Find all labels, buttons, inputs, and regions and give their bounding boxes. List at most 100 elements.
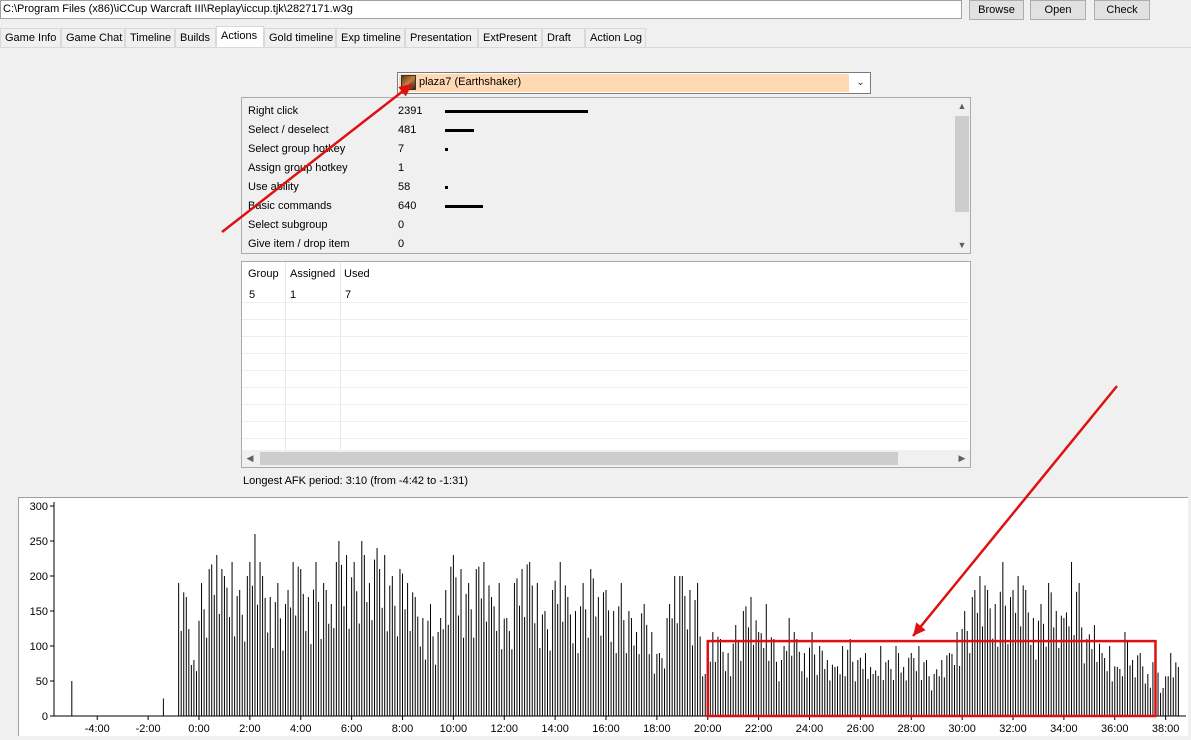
action-row[interactable]: Assign group hotkey 1	[248, 159, 948, 178]
action-count: 58	[398, 181, 411, 193]
table-horizontal-scrollbar[interactable]: ◀ ▶	[242, 450, 970, 467]
afk-period-text: Longest AFK period: 3:10 (from -4:42 to …	[243, 475, 469, 487]
tab-timeline[interactable]: Timeline	[125, 28, 175, 47]
group-hotkey-table: Group Assigned Used 5 1 7 ◀ ▶	[241, 261, 971, 468]
action-count: 0	[398, 219, 405, 231]
row-divider	[242, 302, 969, 303]
action-count: 7	[398, 143, 405, 155]
row-divider	[242, 319, 969, 320]
tab-divider	[0, 47, 1191, 48]
x-tick-label: 2:00	[239, 723, 260, 735]
actions-per-minute-chart: 0 50 100 150 200 250 300 -4:00 -2:00 0:00 2:00 4:00…	[18, 497, 1188, 736]
tab-action-log[interactable]: Action Log	[585, 28, 646, 47]
action-count-bar	[445, 205, 483, 208]
tab-game-info[interactable]: Game Info	[0, 28, 61, 47]
row-divider	[242, 336, 969, 337]
tab-game-chat[interactable]: Game Chat	[61, 28, 125, 47]
action-row[interactable]: Right click 2391	[248, 102, 948, 121]
action-count: 481	[398, 124, 417, 136]
action-row[interactable]: Use ability 58	[248, 178, 948, 197]
x-tick-label: 12:00	[490, 723, 518, 735]
x-tick-label: 38:00	[1152, 723, 1180, 735]
scroll-right-icon[interactable]: ▶	[954, 450, 970, 467]
hero-portrait-icon	[401, 75, 416, 90]
column-header-assigned[interactable]: Assigned	[290, 268, 335, 280]
scroll-up-icon[interactable]: ▲	[954, 98, 970, 114]
action-name: Select group hotkey	[248, 143, 346, 155]
tab-builds[interactable]: Builds	[175, 28, 216, 47]
action-row[interactable]: Select / deselect 481	[248, 121, 948, 140]
x-tick-label: 16:00	[592, 723, 620, 735]
scroll-left-icon[interactable]: ◀	[242, 450, 258, 467]
x-tick-label: 10:00	[440, 723, 468, 735]
y-tick-label: 200	[30, 571, 48, 583]
action-count-bar	[445, 148, 448, 151]
x-tick-label: 18:00	[643, 723, 671, 735]
y-tick-label: 150	[30, 606, 48, 618]
row-divider	[242, 387, 969, 388]
x-tick-label: 36:00	[1101, 723, 1129, 735]
y-tick-label: 50	[36, 676, 48, 688]
tab-bar: Game Info Game Chat Timeline Builds Actions G…	[0, 26, 1191, 48]
browse-button[interactable]: Browse	[969, 0, 1024, 20]
action-name: Assign group hotkey	[248, 162, 348, 174]
y-tick-label: 100	[30, 641, 48, 653]
action-name: Give item / drop item	[248, 238, 350, 250]
player-select-label: plaza7 (Earthshaker)	[419, 76, 522, 88]
action-count: 1	[398, 162, 405, 174]
action-count-bar	[445, 129, 474, 132]
tab-actions[interactable]: Actions	[216, 26, 264, 48]
action-name: Use ability	[248, 181, 299, 193]
x-tick-label: 24:00	[796, 723, 824, 735]
row-divider	[242, 353, 969, 354]
column-header-used[interactable]: Used	[344, 268, 370, 280]
x-tick-label: 6:00	[341, 723, 362, 735]
x-tick-label: 28:00	[898, 723, 926, 735]
scroll-down-icon[interactable]: ▼	[954, 237, 970, 253]
action-count: 0	[398, 238, 405, 250]
action-count-bar	[445, 110, 588, 113]
y-tick-label: 0	[42, 711, 48, 723]
x-tick-label: -2:00	[136, 723, 161, 735]
action-name: Basic commands	[248, 200, 332, 212]
scroll-thumb[interactable]	[260, 452, 898, 465]
x-tick-label: 30:00	[948, 723, 976, 735]
player-select[interactable]: plaza7 (Earthshaker) ⌄	[397, 72, 871, 94]
table-cell: 7	[345, 289, 352, 301]
action-count: 640	[398, 200, 417, 212]
tab-presentation[interactable]: Presentation	[405, 28, 478, 47]
tab-extpresent[interactable]: ExtPresent	[478, 28, 542, 47]
actions-list-scrollbar[interactable]: ▲ ▼	[954, 98, 970, 253]
x-tick-label: 20:00	[694, 723, 722, 735]
tab-draft[interactable]: Draft	[542, 28, 585, 47]
tab-exp-timeline[interactable]: Exp timeline	[336, 28, 405, 47]
x-tick-label: 4:00	[290, 723, 311, 735]
action-name: Select subgroup	[248, 219, 328, 231]
column-header-group[interactable]: Group	[248, 268, 279, 280]
action-count: 2391	[398, 105, 423, 117]
x-tick-label: 0:00	[188, 723, 209, 735]
y-tick-label: 250	[30, 536, 48, 548]
action-count-bar	[445, 186, 448, 189]
apm-chart-svg: 0 50 100 150 200 250 300 -4:00 -2:00 0:00 2:00 4:00…	[30, 501, 1186, 735]
table-cell: 1	[290, 289, 297, 301]
x-tick-label: 8:00	[392, 723, 413, 735]
replay-path-input[interactable]: C:\Program Files (x86)\iCCup Warcraft II…	[0, 0, 962, 19]
check-button[interactable]: Check	[1094, 0, 1150, 20]
y-tick-label: 300	[30, 501, 48, 513]
x-tick-label: 32:00	[999, 723, 1027, 735]
scroll-thumb[interactable]	[955, 116, 969, 212]
open-button[interactable]: Open	[1030, 0, 1086, 20]
top-bar: C:\Program Files (x86)\iCCup Warcraft II…	[0, 0, 1191, 22]
action-row[interactable]: Select subgroup 0	[248, 216, 948, 235]
table-cell: 5	[249, 289, 256, 301]
row-divider	[242, 404, 969, 405]
tab-gold-timeline[interactable]: Gold timeline	[264, 28, 336, 47]
action-row[interactable]: Select group hotkey 7	[248, 140, 948, 159]
x-tick-label: 22:00	[745, 723, 773, 735]
actions-list: Right click 2391 Select / deselect 481 Selec…	[241, 97, 971, 254]
action-row[interactable]: Basic commands 640	[248, 197, 948, 216]
x-tick-label: -4:00	[85, 723, 110, 735]
action-row[interactable]: Give item / drop item 0	[248, 235, 948, 254]
chevron-down-icon[interactable]: ⌄	[851, 73, 870, 93]
